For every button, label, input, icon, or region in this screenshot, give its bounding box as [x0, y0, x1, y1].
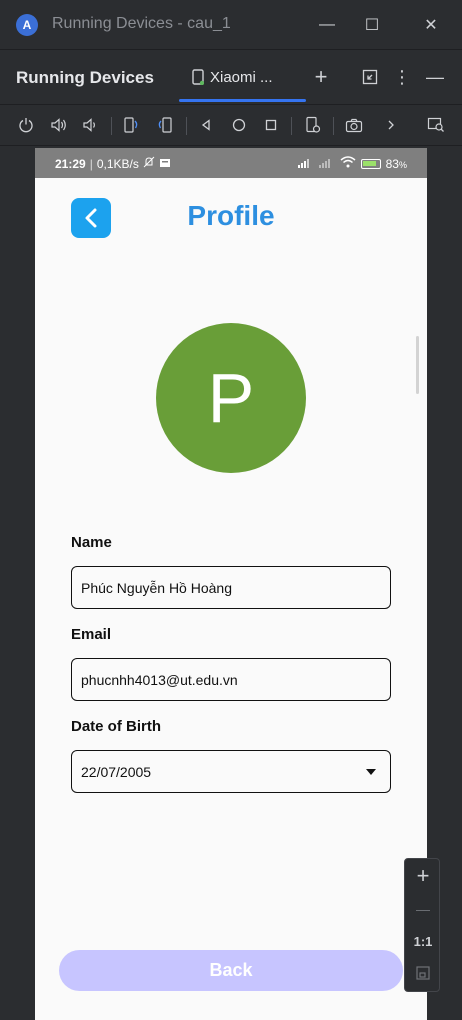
more-chevron-icon[interactable] [379, 113, 403, 137]
dropdown-arrow-icon [366, 769, 376, 775]
status-time: 21:29 [55, 156, 86, 171]
scrollbar[interactable] [416, 336, 419, 394]
email-label: Email [71, 626, 112, 643]
more-options-button[interactable]: ⋮ [389, 64, 415, 90]
mute-icon [143, 156, 155, 171]
device-settings-icon[interactable] [301, 113, 325, 137]
dob-label: Date of Birth [71, 718, 161, 735]
back-button[interactable]: Back [59, 950, 403, 991]
add-device-button[interactable]: + [308, 64, 334, 90]
home-nav-icon[interactable] [227, 113, 251, 137]
zoom-panel: + — 1:1 [404, 858, 440, 992]
battery-icon [360, 158, 381, 169]
zoom-in-button[interactable]: + [405, 863, 441, 889]
toolbar-separator [111, 117, 112, 135]
zoom-out-button[interactable]: — [405, 896, 441, 922]
screenshot-icon[interactable] [342, 113, 366, 137]
device-tab-label: Xiaomi ... [210, 68, 273, 86]
device-explorer-icon[interactable] [424, 113, 448, 137]
window-title-bar: A Running Devices - cau_1 — ☐ ✕ [0, 0, 462, 50]
wifi-icon [340, 156, 356, 171]
volume-up-icon[interactable] [47, 113, 71, 137]
hide-panel-button[interactable]: — [422, 64, 448, 90]
close-window-button[interactable]: ✕ [416, 10, 446, 40]
back-nav-icon[interactable] [194, 113, 218, 137]
device-toolbar [0, 104, 462, 146]
tool-window-title: Running Devices [16, 68, 154, 87]
minimize-button[interactable]: — [312, 10, 342, 40]
name-field[interactable]: Phúc Nguyễn Hồ Hoàng [71, 566, 391, 609]
notification-icon [159, 157, 171, 171]
dob-dropdown[interactable]: 22/07/2005 [71, 750, 391, 793]
back-arrow-button[interactable] [71, 198, 111, 238]
device-tab[interactable]: Xiaomi ... [192, 66, 273, 88]
toolbar-separator [291, 117, 292, 135]
network-speed: 0,1KB/s [96, 156, 139, 171]
restore-layout-icon[interactable] [357, 64, 383, 90]
toolbar-separator [186, 117, 187, 135]
rotate-left-icon[interactable] [119, 113, 143, 137]
avatar: P [156, 323, 306, 473]
actual-size-button[interactable]: 1:1 [405, 928, 441, 954]
toolbar-separator [333, 117, 334, 135]
status-separator: | [89, 156, 93, 171]
power-icon[interactable] [14, 113, 38, 137]
name-label: Name [71, 534, 112, 551]
dob-value: 22/07/2005 [81, 763, 152, 780]
android-status-bar: 21:29 | 0,1KB/s 83% [35, 148, 427, 178]
fit-screen-icon[interactable] [405, 960, 441, 986]
device-screen[interactable]: 21:29 | 0,1KB/s 83% Profile P Name Phúc … [35, 148, 427, 1020]
signal-2-icon [318, 157, 335, 171]
volume-down-icon[interactable] [78, 113, 102, 137]
rotate-right-icon[interactable] [153, 113, 177, 137]
window-title: Running Devices - cau_1 [52, 15, 231, 32]
email-field[interactable]: phucnhh4013@ut.edu.vn [71, 658, 391, 701]
phone-icon [192, 69, 204, 85]
tool-window-header: Running Devices Xiaomi ... + ⋮ — [0, 51, 462, 103]
signal-icon [297, 157, 314, 171]
active-tab-indicator [179, 99, 306, 102]
android-studio-icon: A [16, 14, 38, 36]
battery-level: 83% [385, 156, 407, 171]
chevron-left-icon [85, 208, 97, 228]
overview-nav-icon[interactable] [259, 113, 283, 137]
maximize-button[interactable]: ☐ [357, 10, 387, 40]
